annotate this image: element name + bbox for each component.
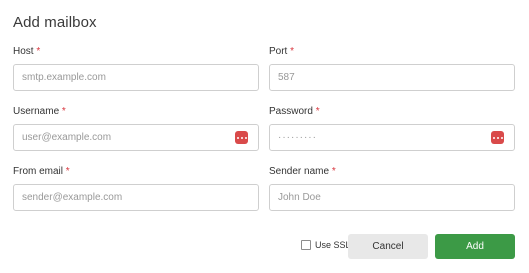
sender-name-label: Sender name * (269, 166, 336, 177)
sender-name-input[interactable] (269, 184, 515, 211)
password-manager-icon[interactable] (491, 131, 504, 144)
use-ssl-option[interactable]: Use SSL (301, 240, 351, 250)
password-manager-icon[interactable] (235, 131, 248, 144)
required-mark: * (61, 106, 66, 117)
password-input[interactable] (269, 124, 515, 151)
required-mark: * (315, 106, 320, 117)
required-mark: * (65, 166, 70, 177)
required-mark: * (331, 166, 336, 177)
from-email-input[interactable] (13, 184, 259, 211)
cancel-button[interactable]: Cancel (348, 234, 428, 259)
dialog-title: Add mailbox (13, 14, 97, 31)
from-email-field: From email * (13, 166, 259, 211)
username-field: Username * (13, 106, 259, 151)
username-input[interactable] (13, 124, 259, 151)
password-field: Password * (269, 106, 515, 151)
use-ssl-checkbox[interactable] (301, 240, 311, 250)
password-label: Password * (269, 106, 320, 117)
from-email-label: From email * (13, 166, 70, 177)
port-label: Port * (269, 46, 295, 57)
port-input[interactable] (269, 64, 515, 91)
host-field: Host * (13, 46, 259, 91)
required-mark: * (290, 46, 295, 57)
add-button[interactable]: Add (435, 234, 515, 259)
host-input[interactable] (13, 64, 259, 91)
username-label: Username * (13, 106, 66, 117)
host-label: Host * (13, 46, 41, 57)
use-ssl-label: Use SSL (315, 240, 351, 250)
required-mark: * (36, 46, 41, 57)
sender-name-field: Sender name * (269, 166, 515, 211)
port-field: Port * (269, 46, 515, 91)
